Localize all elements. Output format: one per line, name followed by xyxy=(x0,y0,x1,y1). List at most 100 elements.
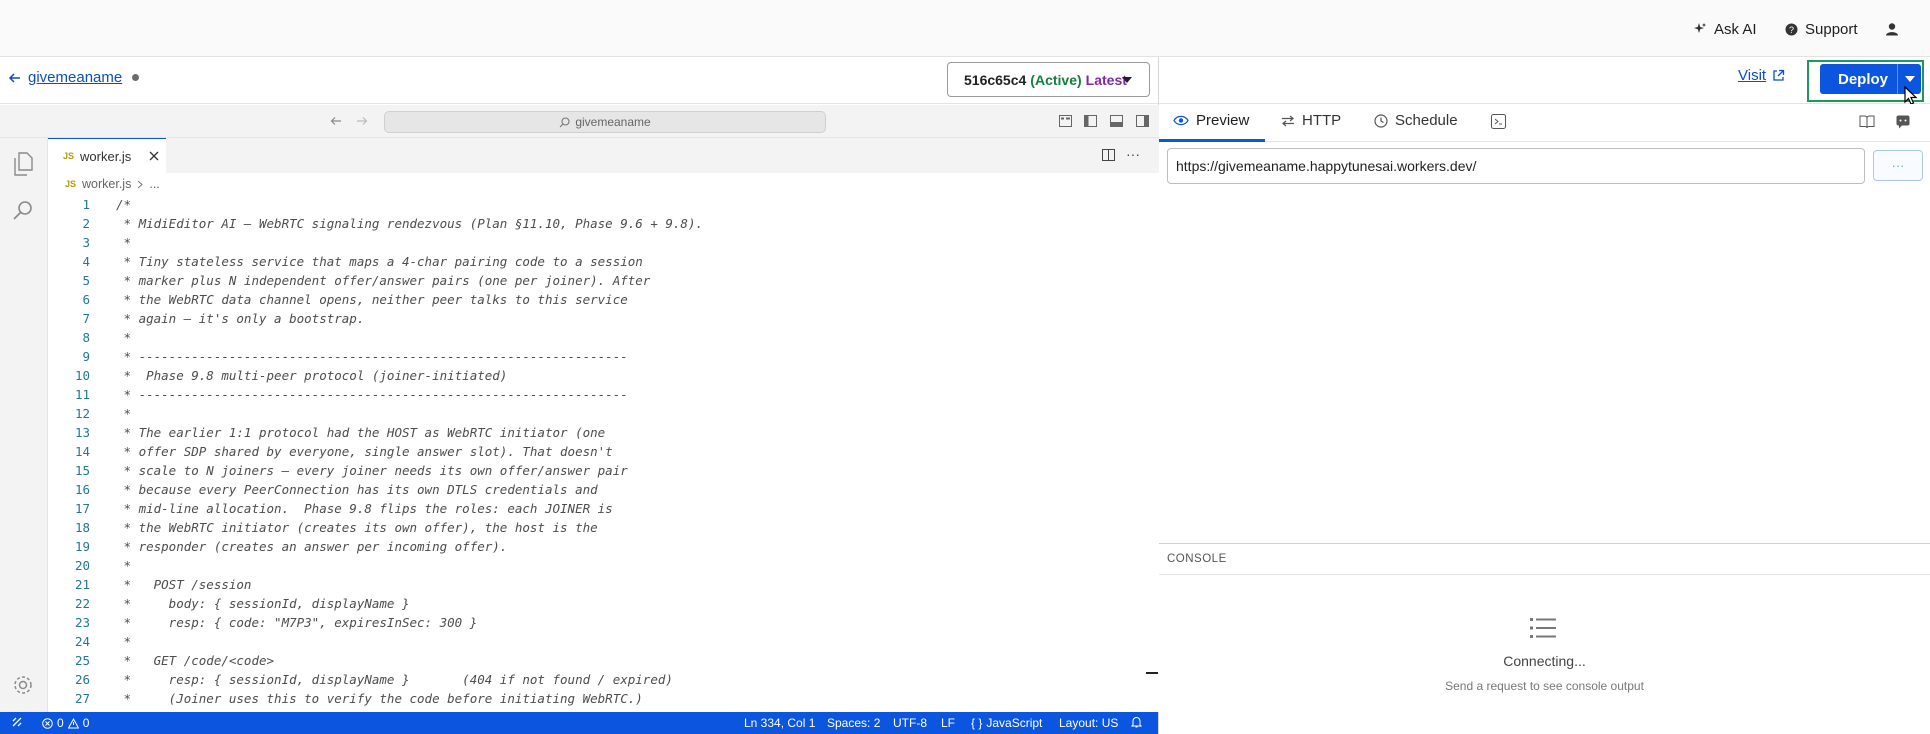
line-number: 6 xyxy=(82,292,90,307)
code-editor[interactable]: 1 /* 2 * MidiEditor AI — WebRTC signaling … xyxy=(48,195,1159,712)
user-menu-button[interactable] xyxy=(1885,18,1899,40)
line-number: 17 xyxy=(74,501,90,516)
line-number: 4 xyxy=(82,254,90,269)
tab-schedule[interactable]: Schedule xyxy=(1374,112,1458,129)
book-icon[interactable] xyxy=(1859,115,1875,129)
code-line: /* xyxy=(116,197,132,212)
customize-layout-icon[interactable] xyxy=(1059,115,1072,127)
explorer-icon[interactable] xyxy=(12,152,34,176)
support-button[interactable]: ? Support xyxy=(1785,18,1858,40)
breadcrumb: JS worker.js ... xyxy=(48,173,1159,195)
chat-icon[interactable] xyxy=(1896,115,1910,129)
language-label: JavaScript xyxy=(986,716,1043,730)
search-icon[interactable] xyxy=(12,200,34,222)
version-selector[interactable]: 516c65c4 (Active) Latest xyxy=(947,62,1150,97)
send-request-button[interactable]: ··· xyxy=(1873,150,1923,181)
help-circle-icon: ? xyxy=(1785,23,1798,36)
code-line: * body: { sessionId, displayName } xyxy=(116,596,410,611)
editor-titlebar: givemeaname xyxy=(0,105,1159,138)
line-number: 5 xyxy=(82,273,90,288)
code-line: * responder (creates an answer per incom… xyxy=(116,539,508,554)
arrows-exchange-icon xyxy=(1281,115,1295,127)
minimap-slider[interactable] xyxy=(1146,672,1158,674)
line-number: 12 xyxy=(74,406,90,421)
tab-worker-js[interactable]: JS worker.js xyxy=(48,138,166,173)
code-line: * xyxy=(116,406,132,421)
line-number: 25 xyxy=(74,653,90,668)
eye-icon xyxy=(1173,115,1189,126)
code-line: * scale to N joiners — every joiner need… xyxy=(116,463,628,478)
notifications-bell-icon[interactable] xyxy=(1131,716,1142,728)
nav-forward-icon[interactable] xyxy=(356,115,368,127)
warning-count: 0 xyxy=(82,716,90,730)
breadcrumb-symbol[interactable]: ... xyxy=(149,177,159,191)
visit-link[interactable]: Visit xyxy=(1738,67,1785,84)
split-editor-icon[interactable] xyxy=(1102,149,1115,161)
code-line: * marker plus N independent offer/answer… xyxy=(116,273,651,288)
breadcrumb-file[interactable]: worker.js xyxy=(82,177,131,191)
line-number: 26 xyxy=(74,672,90,687)
code-line: * because every PeerConnection has its o… xyxy=(116,482,598,497)
tab-terminal[interactable] xyxy=(1491,114,1506,129)
line-number: 19 xyxy=(74,539,90,554)
toggle-secondary-sidebar-icon[interactable] xyxy=(1136,115,1149,127)
search-icon xyxy=(559,116,570,128)
code-line: * mid-line allocation. Phase 9.8 flips t… xyxy=(116,501,613,516)
keyboard-layout[interactable]: Layout: US xyxy=(1059,716,1118,730)
external-link-icon xyxy=(1772,69,1785,82)
active-tab-indicator xyxy=(1159,139,1265,142)
code-line: * xyxy=(116,235,132,250)
code-line: * --------------------------------------… xyxy=(116,349,628,364)
cursor-position[interactable]: Ln 334, Col 1 xyxy=(744,716,815,730)
support-label: Support xyxy=(1805,20,1858,38)
ask-ai-button[interactable]: Ask AI xyxy=(1693,18,1757,40)
preview-frame[interactable] xyxy=(1159,192,1930,542)
language-mode[interactable]: { } JavaScript xyxy=(971,716,1042,730)
svg-text:?: ? xyxy=(1789,25,1794,35)
encoding[interactable]: UTF-8 xyxy=(893,716,927,730)
sparkle-icon xyxy=(1693,22,1707,36)
tab-http[interactable]: HTTP xyxy=(1281,112,1341,129)
nav-back-icon[interactable] xyxy=(330,115,342,127)
settings-gear-icon[interactable] xyxy=(12,674,34,696)
code-line: * Tiny stateless service that maps a 4-c… xyxy=(116,254,643,269)
command-center-search[interactable]: givemeaname xyxy=(384,111,826,133)
javascript-file-icon: JS xyxy=(65,179,77,189)
mouse-cursor-icon xyxy=(1904,86,1918,106)
line-number: 20 xyxy=(74,558,90,573)
error-count: 0 xyxy=(57,716,64,730)
deploy-button[interactable]: Deploy xyxy=(1820,64,1906,94)
unsaved-indicator xyxy=(132,74,140,81)
more-actions-icon[interactable]: ··· xyxy=(1126,146,1140,162)
line-number: 2 xyxy=(82,216,90,231)
code-line: * xyxy=(116,330,132,345)
chevron-right-icon xyxy=(137,180,144,189)
back-to-worker-link[interactable]: givemeaname xyxy=(8,69,140,86)
tab-preview[interactable]: Preview xyxy=(1173,112,1249,129)
code-line: * GET /code/<code> xyxy=(116,653,275,668)
tab-preview-label: Preview xyxy=(1196,112,1250,129)
close-icon[interactable] xyxy=(149,151,159,161)
indentation[interactable]: Spaces: 2 xyxy=(827,716,880,730)
code-line: * resp: { sessionId, displayName } (404 … xyxy=(116,672,673,687)
url-input[interactable] xyxy=(1167,148,1865,184)
line-number: 27 xyxy=(74,691,90,706)
problems-indicator[interactable]: 0 0 xyxy=(42,716,89,730)
clock-icon xyxy=(1374,113,1388,128)
line-endings[interactable]: LF xyxy=(941,716,955,730)
worker-header: givemeaname 516c65c4 (Active) Latest xyxy=(0,57,1159,104)
toggle-sidebar-icon[interactable] xyxy=(1084,115,1097,127)
code-line: * offer SDP shared by everyone, single a… xyxy=(116,444,613,459)
status-bar: 0 0 Ln 334, Col 1 Spaces: 2 UTF-8 LF { }… xyxy=(0,712,1158,734)
code-line: * xyxy=(116,558,132,573)
editor-tabs: JS worker.js ··· xyxy=(48,138,1159,173)
remote-indicator-icon[interactable] xyxy=(11,716,23,728)
javascript-file-icon: JS xyxy=(63,151,75,161)
line-number: 18 xyxy=(74,520,90,535)
line-number: 8 xyxy=(82,330,90,345)
toggle-panel-icon[interactable] xyxy=(1110,115,1123,127)
line-number: 13 xyxy=(74,425,90,440)
line-number: 1 xyxy=(82,197,90,212)
line-number: 9 xyxy=(82,349,90,364)
deploy-bar: Visit Deploy xyxy=(1159,57,1930,106)
